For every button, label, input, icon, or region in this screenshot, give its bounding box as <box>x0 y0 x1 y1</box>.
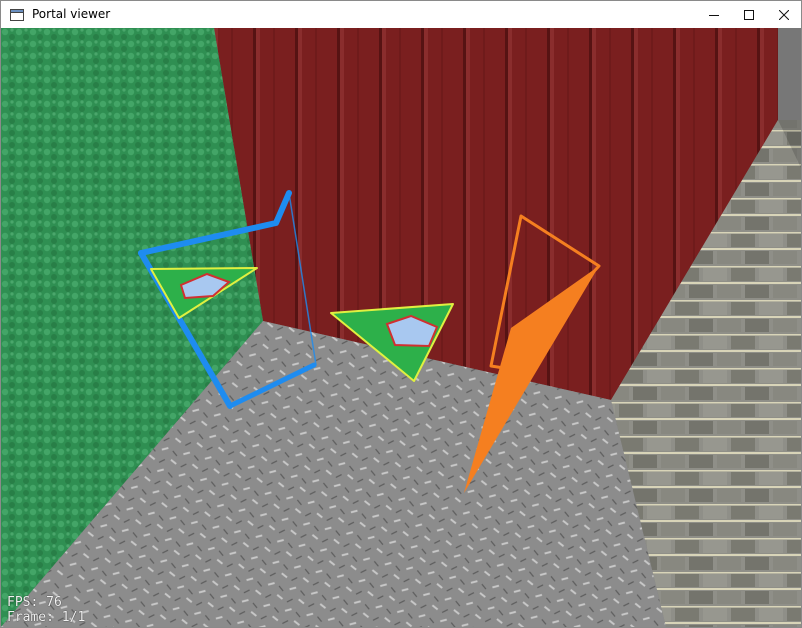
title-bar[interactable]: Portal viewer <box>1 1 801 28</box>
minimize-icon <box>708 14 719 16</box>
fps-counter: FPS: 76 <box>7 595 62 610</box>
maximize-icon <box>743 9 754 20</box>
close-button[interactable] <box>766 1 801 28</box>
debug-overlay: FPS: 76 Frame: 1/1 <box>7 595 85 625</box>
maximize-button[interactable] <box>731 1 766 28</box>
render-viewport[interactable]: FPS: 76 Frame: 1/1 <box>1 28 801 627</box>
app-window-icon <box>9 7 25 23</box>
frame-counter: Frame: 1/1 <box>7 610 86 625</box>
window-controls <box>696 1 801 28</box>
scene-canvas[interactable] <box>1 28 801 627</box>
minimize-button[interactable] <box>696 1 731 28</box>
app-window: Portal viewer FPS: 76 Frame: 1/1 <box>0 0 802 628</box>
window-title: Portal viewer <box>32 7 111 21</box>
close-icon <box>778 9 789 20</box>
